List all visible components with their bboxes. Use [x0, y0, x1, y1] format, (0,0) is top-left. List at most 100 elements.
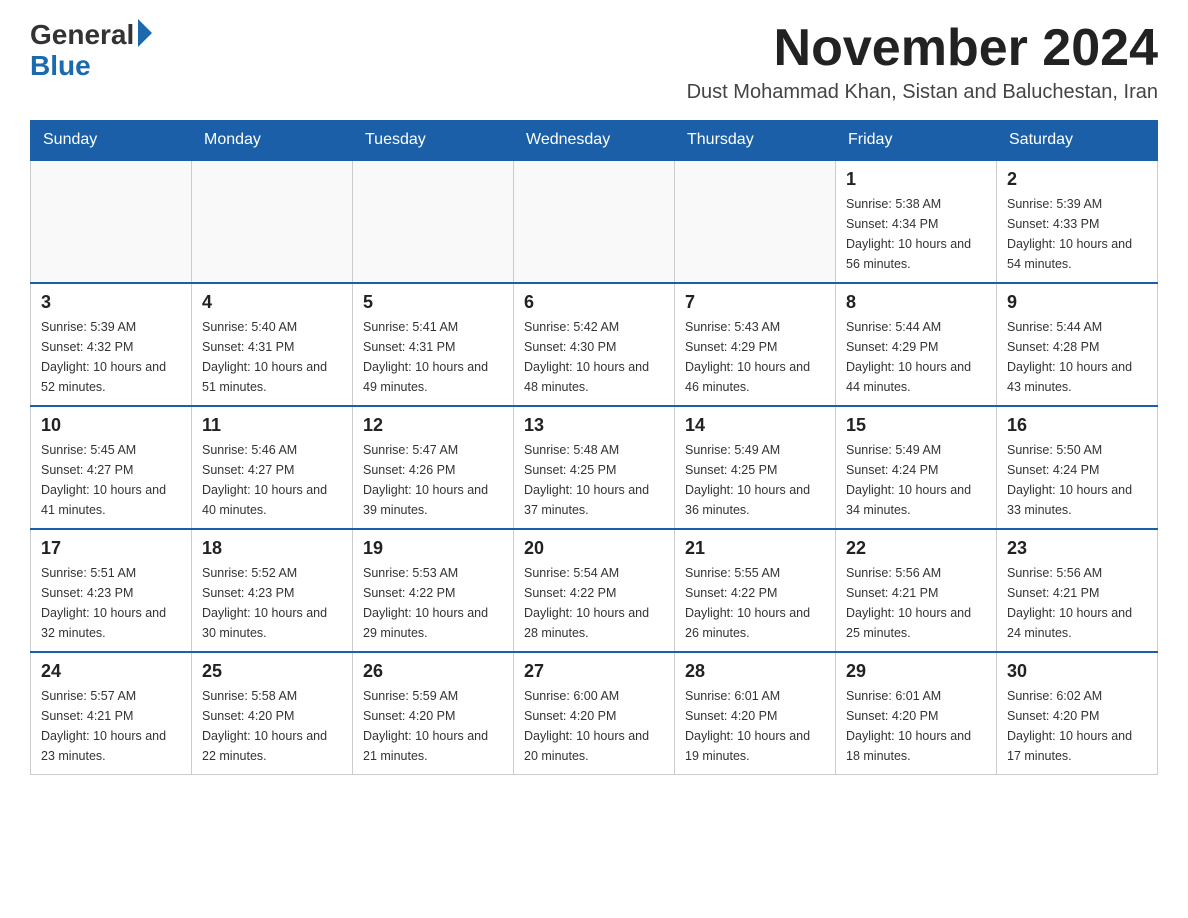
calendar-cell: 17Sunrise: 5:51 AMSunset: 4:23 PMDayligh… [31, 529, 192, 652]
col-header-thursday: Thursday [675, 121, 836, 161]
logo-blue-text: Blue [30, 51, 91, 82]
day-number: 16 [1007, 415, 1147, 436]
day-number: 4 [202, 292, 342, 313]
day-info: Sunrise: 5:59 AMSunset: 4:20 PMDaylight:… [363, 686, 503, 766]
day-number: 17 [41, 538, 181, 559]
day-number: 8 [846, 292, 986, 313]
day-number: 3 [41, 292, 181, 313]
day-info: Sunrise: 5:55 AMSunset: 4:22 PMDaylight:… [685, 563, 825, 643]
day-info: Sunrise: 5:42 AMSunset: 4:30 PMDaylight:… [524, 317, 664, 397]
calendar-cell: 3 Sunrise: 5:39 AMSunset: 4:32 PMDaylight… [31, 283, 192, 406]
day-number: 29 [846, 661, 986, 682]
day-number: 2 [1007, 169, 1147, 190]
calendar-cell: 11 Sunrise: 5:46 AMSunset: 4:27 PMDayligh… [192, 406, 353, 529]
calendar-cell: 29 Sunrise: 6:01 AMSunset: 4:20 PMDayligh… [836, 652, 997, 775]
day-info: Sunrise: 5:50 AMSunset: 4:24 PMDaylight:… [1007, 440, 1147, 520]
day-info: Sunrise: 5:40 AMSunset: 4:31 PMDaylight:… [202, 317, 342, 397]
calendar-cell: 23 Sunrise: 5:56 AMSunset: 4:21 PMDayligh… [997, 529, 1158, 652]
day-info: Sunrise: 5:41 AMSunset: 4:31 PMDaylight:… [363, 317, 503, 397]
calendar-cell: 8 Sunrise: 5:44 AMSunset: 4:29 PMDaylight… [836, 283, 997, 406]
day-info: Sunrise: 5:38 AMSunset: 4:34 PMDaylight:… [846, 194, 986, 274]
day-info: Sunrise: 5:44 AMSunset: 4:29 PMDaylight:… [846, 317, 986, 397]
day-number: 7 [685, 292, 825, 313]
calendar-cell [514, 160, 675, 283]
day-info: Sunrise: 5:39 AMSunset: 4:32 PMDaylight:… [41, 317, 181, 397]
calendar-cell: 18Sunrise: 5:52 AMSunset: 4:23 PMDayligh… [192, 529, 353, 652]
day-info: Sunrise: 5:53 AMSunset: 4:22 PMDaylight:… [363, 563, 503, 643]
calendar-cell: 20 Sunrise: 5:54 AMSunset: 4:22 PMDayligh… [514, 529, 675, 652]
calendar-cell: 16 Sunrise: 5:50 AMSunset: 4:24 PMDayligh… [997, 406, 1158, 529]
col-header-saturday: Saturday [997, 121, 1158, 161]
day-number: 9 [1007, 292, 1147, 313]
day-info: Sunrise: 5:56 AMSunset: 4:21 PMDaylight:… [1007, 563, 1147, 643]
calendar-cell: 5 Sunrise: 5:41 AMSunset: 4:31 PMDaylight… [353, 283, 514, 406]
logo-triangle-icon [138, 19, 152, 47]
calendar-cell: 24Sunrise: 5:57 AMSunset: 4:21 PMDayligh… [31, 652, 192, 775]
day-number: 23 [1007, 538, 1147, 559]
calendar-cell: 21 Sunrise: 5:55 AMSunset: 4:22 PMDayligh… [675, 529, 836, 652]
calendar-cell [192, 160, 353, 283]
week-row-3: 10 Sunrise: 5:45 AMSunset: 4:27 PMDayligh… [31, 406, 1158, 529]
calendar-cell: 1 Sunrise: 5:38 AMSunset: 4:34 PMDaylight… [836, 160, 997, 283]
day-info: Sunrise: 5:47 AMSunset: 4:26 PMDaylight:… [363, 440, 503, 520]
title-area: November 2024 Dust Mohammad Khan, Sistan… [687, 20, 1158, 104]
col-header-monday: Monday [192, 121, 353, 161]
day-info: Sunrise: 6:02 AMSunset: 4:20 PMDaylight:… [1007, 686, 1147, 766]
calendar-cell: 26 Sunrise: 5:59 AMSunset: 4:20 PMDayligh… [353, 652, 514, 775]
day-info: Sunrise: 5:52 AMSunset: 4:23 PMDaylight:… [202, 563, 342, 643]
calendar-table: SundayMondayTuesdayWednesdayThursdayFrid… [30, 120, 1158, 775]
month-title: November 2024 [687, 20, 1158, 77]
calendar-cell [353, 160, 514, 283]
col-header-tuesday: Tuesday [353, 121, 514, 161]
calendar-cell: 25Sunrise: 5:58 AMSunset: 4:20 PMDayligh… [192, 652, 353, 775]
day-info: Sunrise: 5:46 AMSunset: 4:27 PMDaylight:… [202, 440, 342, 520]
day-number: 1 [846, 169, 986, 190]
week-row-4: 17Sunrise: 5:51 AMSunset: 4:23 PMDayligh… [31, 529, 1158, 652]
day-number: 22 [846, 538, 986, 559]
day-number: 5 [363, 292, 503, 313]
calendar-cell: 28Sunrise: 6:01 AMSunset: 4:20 PMDayligh… [675, 652, 836, 775]
day-number: 12 [363, 415, 503, 436]
day-number: 10 [41, 415, 181, 436]
day-info: Sunrise: 5:49 AMSunset: 4:25 PMDaylight:… [685, 440, 825, 520]
calendar-cell: 15Sunrise: 5:49 AMSunset: 4:24 PMDayligh… [836, 406, 997, 529]
week-row-1: 1 Sunrise: 5:38 AMSunset: 4:34 PMDaylight… [31, 160, 1158, 283]
day-number: 21 [685, 538, 825, 559]
day-info: Sunrise: 5:44 AMSunset: 4:28 PMDaylight:… [1007, 317, 1147, 397]
day-info: Sunrise: 6:01 AMSunset: 4:20 PMDaylight:… [846, 686, 986, 766]
day-number: 27 [524, 661, 664, 682]
day-info: Sunrise: 5:45 AMSunset: 4:27 PMDaylight:… [41, 440, 181, 520]
calendar-cell: 30 Sunrise: 6:02 AMSunset: 4:20 PMDayligh… [997, 652, 1158, 775]
day-info: Sunrise: 5:58 AMSunset: 4:20 PMDaylight:… [202, 686, 342, 766]
calendar-cell [675, 160, 836, 283]
logo-general-text: General [30, 20, 134, 51]
day-info: Sunrise: 5:39 AMSunset: 4:33 PMDaylight:… [1007, 194, 1147, 274]
day-info: Sunrise: 5:54 AMSunset: 4:22 PMDaylight:… [524, 563, 664, 643]
calendar-cell: 12 Sunrise: 5:47 AMSunset: 4:26 PMDayligh… [353, 406, 514, 529]
day-info: Sunrise: 5:43 AMSunset: 4:29 PMDaylight:… [685, 317, 825, 397]
day-number: 28 [685, 661, 825, 682]
day-number: 11 [202, 415, 342, 436]
day-number: 6 [524, 292, 664, 313]
day-number: 30 [1007, 661, 1147, 682]
calendar-cell: 10 Sunrise: 5:45 AMSunset: 4:27 PMDayligh… [31, 406, 192, 529]
logo: General Blue [30, 20, 152, 82]
day-number: 20 [524, 538, 664, 559]
col-header-sunday: Sunday [31, 121, 192, 161]
calendar-cell: 2 Sunrise: 5:39 AMSunset: 4:33 PMDaylight… [997, 160, 1158, 283]
calendar-header-row: SundayMondayTuesdayWednesdayThursdayFrid… [31, 121, 1158, 161]
day-info: Sunrise: 5:56 AMSunset: 4:21 PMDaylight:… [846, 563, 986, 643]
day-number: 13 [524, 415, 664, 436]
col-header-wednesday: Wednesday [514, 121, 675, 161]
day-info: Sunrise: 5:48 AMSunset: 4:25 PMDaylight:… [524, 440, 664, 520]
day-info: Sunrise: 6:00 AMSunset: 4:20 PMDaylight:… [524, 686, 664, 766]
day-number: 26 [363, 661, 503, 682]
calendar-cell: 6 Sunrise: 5:42 AMSunset: 4:30 PMDaylight… [514, 283, 675, 406]
calendar-cell: 9 Sunrise: 5:44 AMSunset: 4:28 PMDaylight… [997, 283, 1158, 406]
calendar-cell: 22 Sunrise: 5:56 AMSunset: 4:21 PMDayligh… [836, 529, 997, 652]
calendar-cell [31, 160, 192, 283]
calendar-cell: 19 Sunrise: 5:53 AMSunset: 4:22 PMDayligh… [353, 529, 514, 652]
day-number: 19 [363, 538, 503, 559]
calendar-cell: 7 Sunrise: 5:43 AMSunset: 4:29 PMDaylight… [675, 283, 836, 406]
subtitle: Dust Mohammad Khan, Sistan and Baluchest… [687, 81, 1158, 104]
